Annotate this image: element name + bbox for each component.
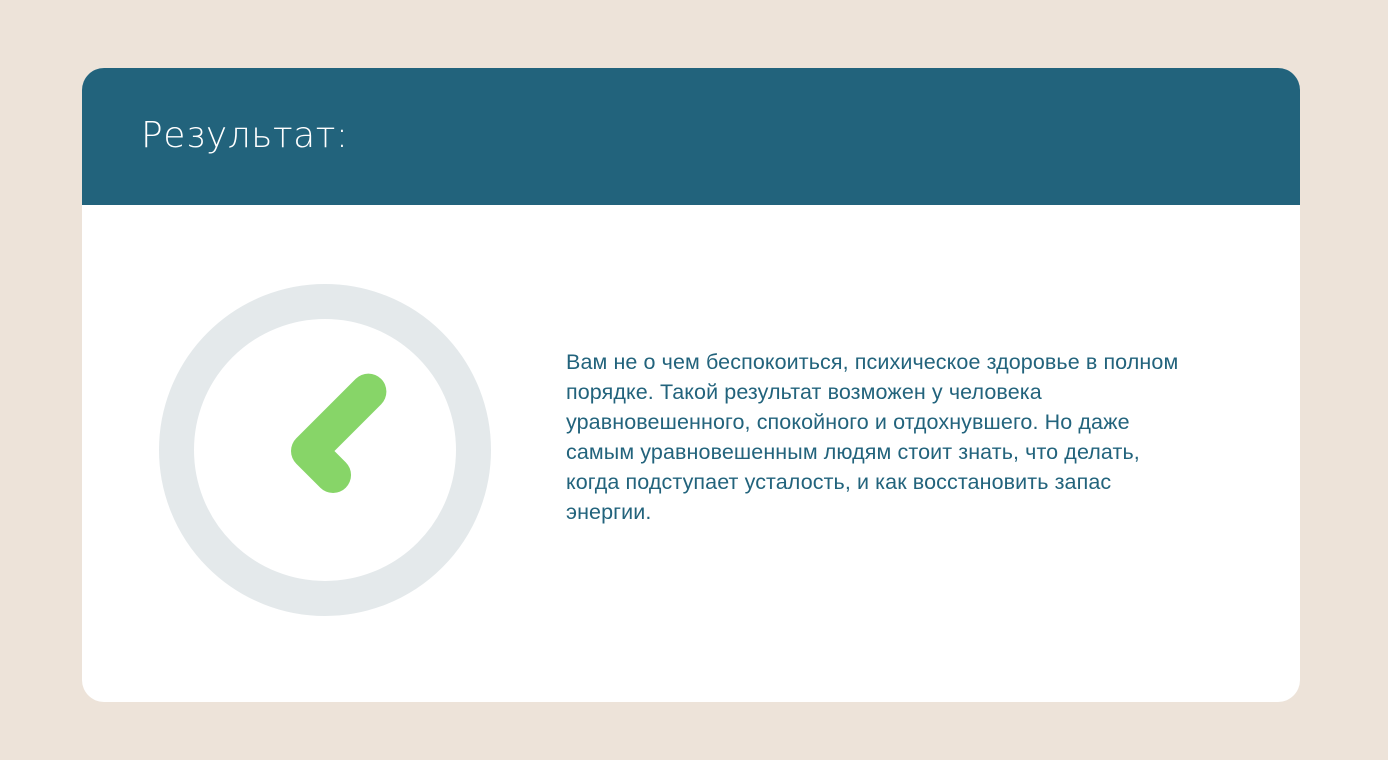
check-mark-icon (291, 373, 387, 494)
result-header: Результат: (82, 68, 1300, 205)
result-title: Результат: (141, 115, 349, 156)
check-circle-graphic (159, 284, 491, 616)
result-description: Вам не о чем беспокоиться, психическое з… (566, 350, 1179, 524)
result-card: Результат: Вам не о чем беспокоиться, пс… (82, 68, 1300, 702)
check-circle-icon (158, 283, 492, 617)
